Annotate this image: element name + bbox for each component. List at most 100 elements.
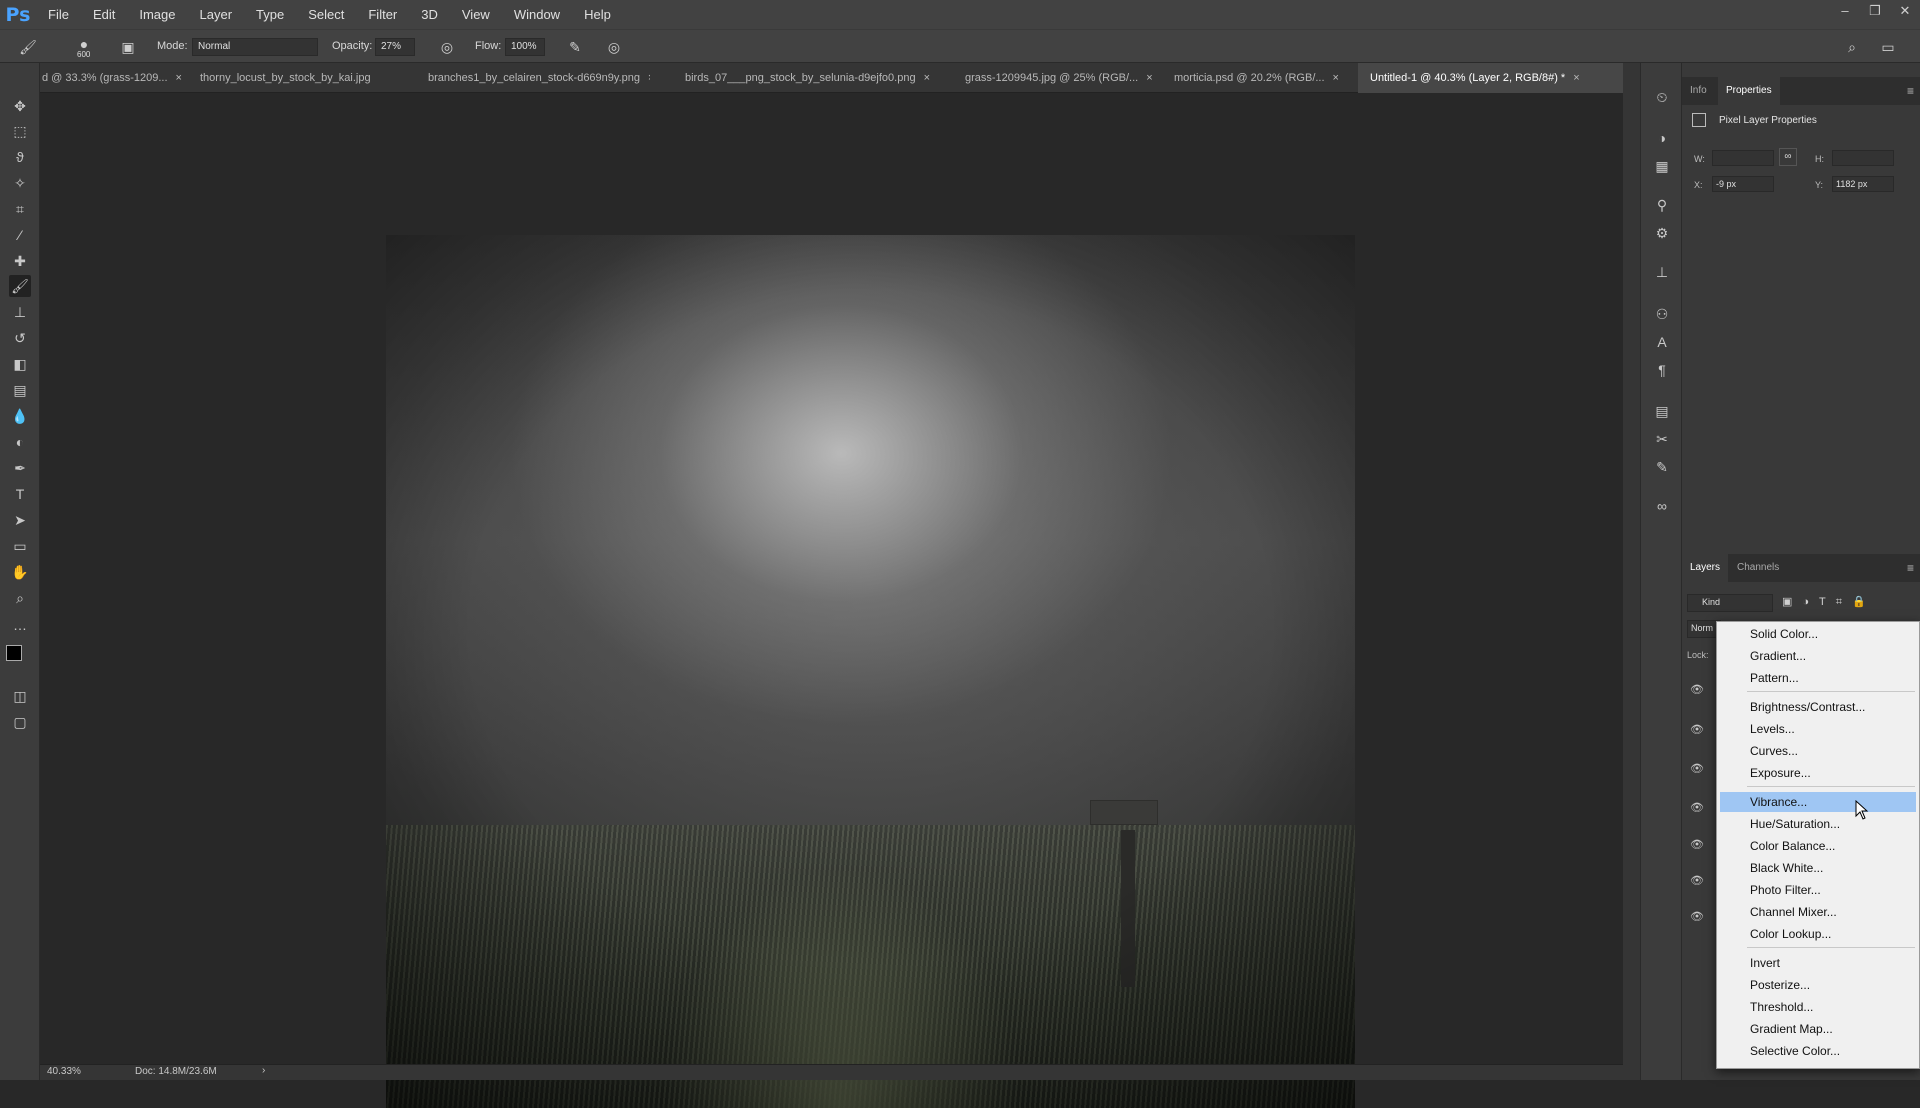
lasso-tool-icon[interactable]: ϑ <box>9 146 31 168</box>
blur-tool-icon[interactable]: 💧 <box>9 405 31 427</box>
width-field[interactable] <box>1712 150 1774 166</box>
document-tab[interactable]: thorny_locust_by_stock_by_kai.jpg ...× <box>200 63 374 93</box>
libraries-icon[interactable]: ▤ <box>1651 400 1673 422</box>
height-field[interactable] <box>1832 150 1894 166</box>
character-icon[interactable]: A <box>1651 331 1673 353</box>
close-tab-icon[interactable]: × <box>924 72 930 84</box>
tab-properties[interactable]: Properties <box>1718 77 1780 105</box>
image-canvas[interactable] <box>386 235 1355 1108</box>
menu-item-photo-filter[interactable]: Photo Filter... <box>1720 880 1916 900</box>
close-tab-icon[interactable]: × <box>1333 72 1339 84</box>
swatches-icon[interactable]: ▦ <box>1651 155 1673 177</box>
y-field[interactable]: 1182 px <box>1832 176 1894 192</box>
tab-channels[interactable]: Channels <box>1729 554 1787 582</box>
close-tab-icon[interactable]: × <box>648 72 650 84</box>
eyedropper-tool-icon[interactable]: ⁄ <box>9 224 31 246</box>
glyphs-icon[interactable]: ⚇ <box>1651 303 1673 325</box>
menu-item-color-balance[interactable]: Color Balance... <box>1720 836 1916 856</box>
document-tab[interactable]: branches1_by_celairen_stock-d669n9y.png× <box>428 63 650 93</box>
menu-filter[interactable]: Filter <box>356 7 409 22</box>
brush-panel-icon[interactable]: ▣ <box>118 37 138 57</box>
x-field[interactable]: -9 px <box>1712 176 1774 192</box>
menu-item-posterize[interactable]: Posterize... <box>1720 975 1916 995</box>
menu-item-gradient-map[interactable]: Gradient Map... <box>1720 1019 1916 1039</box>
minimize-icon[interactable]: – <box>1830 0 1860 22</box>
brush-tool-icon[interactable]: 🖌 <box>9 275 31 297</box>
screen-mode-icon[interactable]: ▢ <box>9 711 31 733</box>
eye-icon[interactable]: 👁 <box>1690 683 1704 697</box>
eye-icon[interactable]: 👁 <box>1690 723 1704 737</box>
status-menu-arrow-icon[interactable]: › <box>262 1065 265 1076</box>
adjustments-icon[interactable]: ⚙ <box>1651 222 1673 244</box>
menu-edit[interactable]: Edit <box>81 7 127 22</box>
menu-type[interactable]: Type <box>244 7 296 22</box>
close-tab-icon[interactable]: × <box>176 72 182 84</box>
eye-icon[interactable]: 👁 <box>1690 838 1704 852</box>
pen-tool-icon[interactable]: ✒ <box>9 457 31 479</box>
document-tab[interactable]: birds_07___png_stock_by_selunia-d9ejfo0.… <box>685 63 945 93</box>
history-brush-tool-icon[interactable]: ↺ <box>9 327 31 349</box>
menu-layer[interactable]: Layer <box>188 7 245 22</box>
tab-info[interactable]: Info <box>1682 77 1715 105</box>
history-icon[interactable]: ⏲ <box>1651 86 1673 108</box>
pressure-opacity-icon[interactable]: ◎ <box>437 37 457 57</box>
mode-select[interactable]: Normal <box>192 38 318 56</box>
menu-item-color-lookup[interactable]: Color Lookup... <box>1720 924 1916 944</box>
eraser-tool-icon[interactable]: ◧ <box>9 353 31 375</box>
clone-stamp-tool-icon[interactable]: ⊥ <box>9 301 31 323</box>
restore-icon[interactable]: ❐ <box>1860 0 1890 22</box>
menu-item-channel-mixer[interactable]: Channel Mixer... <box>1720 902 1916 922</box>
panel-menu-icon[interactable]: ≡ <box>1907 561 1914 575</box>
menu-view[interactable]: View <box>450 7 502 22</box>
hand-tool-icon[interactable]: ✋ <box>9 561 31 583</box>
pressure-size-icon[interactable]: ◎ <box>604 37 624 57</box>
crop-tool-icon[interactable]: ⌗ <box>9 198 31 220</box>
creative-cloud-icon[interactable]: ∞ <box>1651 495 1673 517</box>
menu-item-selective-color[interactable]: Selective Color... <box>1720 1041 1916 1061</box>
tool-presets-icon[interactable]: ✂ <box>1651 428 1673 450</box>
marquee-tool-icon[interactable]: ⬚ <box>9 120 31 142</box>
menu-item-brightness-contrast[interactable]: Brightness/Contrast... <box>1720 697 1916 717</box>
panel-menu-icon[interactable]: ≡ <box>1907 84 1914 98</box>
menu-item-black-white[interactable]: Black White... <box>1720 858 1916 878</box>
brush-tool-icon[interactable]: 🖌 <box>18 37 38 57</box>
foreground-color-swatch[interactable] <box>6 645 22 661</box>
menu-help[interactable]: Help <box>572 7 623 22</box>
menu-item-invert[interactable]: Invert <box>1720 953 1916 973</box>
menu-item-exposure[interactable]: Exposure... <box>1720 763 1916 783</box>
panel-collapse-strip[interactable] <box>1623 63 1640 1080</box>
quick-select-tool-icon[interactable]: ✧ <box>9 172 31 194</box>
search-icon[interactable]: ⌕ <box>1842 37 1862 57</box>
document-tab[interactable]: d @ 33.3% (grass-1209... × <box>40 63 183 93</box>
menu-image[interactable]: Image <box>127 7 187 22</box>
menu-item-vibrance[interactable]: Vibrance... <box>1720 792 1916 812</box>
notes-icon[interactable]: ✎ <box>1651 456 1673 478</box>
link-icon[interactable]: ∞ <box>1779 148 1797 166</box>
opacity-field[interactable]: 27% <box>375 38 415 56</box>
menu-window[interactable]: Window <box>502 7 572 22</box>
gradient-tool-icon[interactable]: ▤ <box>9 379 31 401</box>
layer-filter-select[interactable]: Kind <box>1687 594 1773 612</box>
menu-item-hue-saturation[interactable]: Hue/Saturation... <box>1720 814 1916 834</box>
menu-file[interactable]: File <box>36 7 81 22</box>
eye-icon[interactable]: 👁 <box>1690 910 1704 924</box>
menu-select[interactable]: Select <box>296 7 356 22</box>
dodge-tool-icon[interactable]: ◐ <box>9 431 31 453</box>
document-tab[interactable]: morticia.psd @ 20.2% (RGB/... × <box>1174 63 1348 93</box>
menu-item-threshold[interactable]: Threshold... <box>1720 997 1916 1017</box>
menu-item-levels[interactable]: Levels... <box>1720 719 1916 739</box>
close-tab-icon[interactable]: × <box>1146 72 1152 84</box>
quick-mask-icon[interactable]: ◫ <box>9 685 31 707</box>
move-tool-icon[interactable]: ✥ <box>9 95 31 117</box>
menu-item-pattern[interactable]: Pattern... <box>1720 668 1916 688</box>
document-tab-active[interactable]: Untitled-1 @ 40.3% (Layer 2, RGB/8#) * × <box>1358 63 1633 93</box>
brushes-icon[interactable]: ⚲ <box>1651 194 1673 216</box>
close-tab-icon[interactable]: × <box>1573 72 1579 84</box>
document-tab[interactable]: grass-1209945.jpg @ 25% (RGB/... × <box>965 63 1165 93</box>
menu-item-gradient[interactable]: Gradient... <box>1720 646 1916 666</box>
eye-icon[interactable]: 👁 <box>1690 874 1704 888</box>
menu-3d[interactable]: 3D <box>409 7 450 22</box>
color-icon[interactable]: ◑ <box>1651 127 1673 149</box>
tab-layers[interactable]: Layers <box>1682 554 1729 582</box>
menu-item-curves[interactable]: Curves... <box>1720 741 1916 761</box>
